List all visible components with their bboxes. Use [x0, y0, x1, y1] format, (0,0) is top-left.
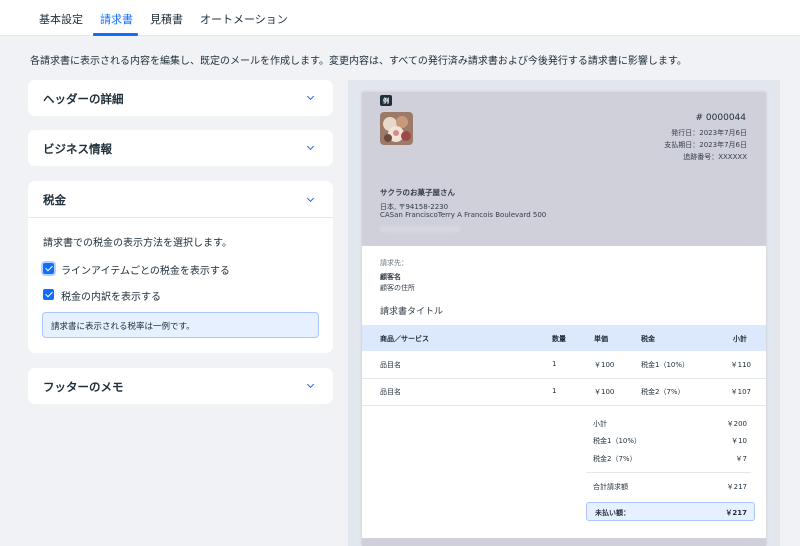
tab-invoices[interactable]: 請求書 — [100, 11, 133, 27]
tab-quotes[interactable]: 見積書 — [150, 11, 183, 27]
tax-rate-note: 請求書に表示される税率は一例です。 — [42, 312, 319, 338]
chevron-down-icon[interactable] — [306, 194, 315, 203]
tax2-value: ￥7 — [735, 455, 747, 463]
tax-breakdown-label[interactable]: 税金の内訳を表示する — [61, 288, 161, 303]
invoice-title: 請求書タイトル — [380, 307, 444, 317]
row-subtotal: ￥110 — [730, 361, 751, 369]
subtotal-value: ￥200 — [726, 420, 747, 428]
tab-automation[interactable]: オートメーション — [200, 11, 288, 27]
divider — [586, 472, 751, 473]
row-price: ￥100 — [594, 361, 615, 369]
section-header-details[interactable]: ヘッダーの詳細 — [28, 80, 333, 116]
business-name: サクラのお菓子屋さん — [380, 188, 455, 197]
chevron-down-icon[interactable] — [306, 92, 315, 101]
customer-name: 顧客名 — [380, 273, 401, 281]
row-tax: 税金1（10%） — [641, 361, 690, 369]
subtotal-label: 小計 — [593, 420, 607, 428]
chevron-down-icon[interactable] — [306, 142, 315, 151]
section-title[interactable]: 税金 — [43, 192, 66, 208]
tax2-label: 税金2（7%） — [593, 455, 637, 463]
divider — [362, 378, 766, 379]
total-value: ￥217 — [726, 483, 747, 491]
tax1-value: ￥10 — [731, 437, 747, 445]
invoice-footer-band — [362, 538, 766, 546]
line-item-tax-checkbox[interactable] — [43, 263, 54, 274]
col-item: 商品／サービス — [380, 335, 429, 343]
tax-breakdown-checkbox[interactable] — [43, 289, 54, 300]
amount-due-value: ￥217 — [725, 509, 747, 517]
row-tax: 税金2（7%） — [641, 388, 685, 396]
divider — [28, 217, 333, 218]
amount-due-label: 未払い額： — [595, 509, 630, 517]
table-header: 商品／サービス 数量 単価 税金 小計 — [362, 325, 766, 351]
line-item-tax-label[interactable]: ラインアイテムごとの税金を表示する — [61, 262, 230, 277]
row-qty: 1 — [552, 360, 557, 368]
row-item: 品目名 — [380, 388, 401, 396]
total-label: 合計請求額 — [593, 483, 628, 491]
tracking-number: 追跡番号：XXXXXX — [683, 153, 747, 161]
business-address-line2: CASan FranciscoTerry A Francois Boulevar… — [380, 211, 547, 219]
settings-tabs: 基本設定 請求書 見積書 オートメーション — [0, 0, 800, 36]
col-subtotal: 小計 — [733, 335, 747, 343]
example-badge: 例 — [380, 95, 393, 106]
divider — [362, 405, 766, 406]
invoice-number: # 0000044 — [695, 113, 746, 123]
section-business-info[interactable]: ビジネス情報 — [28, 130, 333, 166]
issue-date: 発行日：2023年7月6日 — [671, 129, 747, 137]
col-tax: 税金 — [641, 335, 655, 343]
blurred-text — [380, 226, 460, 232]
tax1-label: 税金1（10%） — [593, 437, 642, 445]
business-logo — [380, 112, 413, 145]
section-title: フッターのメモ — [43, 380, 124, 394]
section-title: ヘッダーの詳細 — [43, 92, 124, 106]
customer-address: 顧客の住所 — [380, 284, 415, 292]
page-description: 各請求書に表示される内容を編集し、既定のメールを作成します。変更内容は、すべての… — [30, 56, 687, 67]
tab-basic-settings[interactable]: 基本設定 — [39, 11, 83, 27]
row-subtotal: ￥107 — [730, 388, 751, 396]
section-title: ビジネス情報 — [43, 142, 112, 156]
invoice-preview: 例 # 0000044 発行日：2023年7月6日 支払期日：2023年7月6日… — [362, 92, 766, 546]
col-qty: 数量 — [552, 335, 566, 343]
row-qty: 1 — [552, 387, 557, 395]
active-tab-indicator — [93, 33, 138, 36]
row-price: ￥100 — [594, 388, 615, 396]
bill-to-label: 請求先： — [380, 259, 408, 267]
due-date: 支払期日：2023年7月6日 — [664, 141, 747, 149]
amount-due: 未払い額： ￥217 — [586, 502, 755, 521]
chevron-down-icon[interactable] — [306, 380, 315, 389]
row-item: 品目名 — [380, 361, 401, 369]
section-tax: 税金 請求書での税金の表示方法を選択します。 ラインアイテムごとの税金を表示する… — [28, 181, 333, 353]
col-price: 単価 — [594, 335, 608, 343]
section-footer-notes[interactable]: フッターのメモ — [28, 368, 333, 404]
tax-description: 請求書での税金の表示方法を選択します。 — [43, 238, 232, 249]
